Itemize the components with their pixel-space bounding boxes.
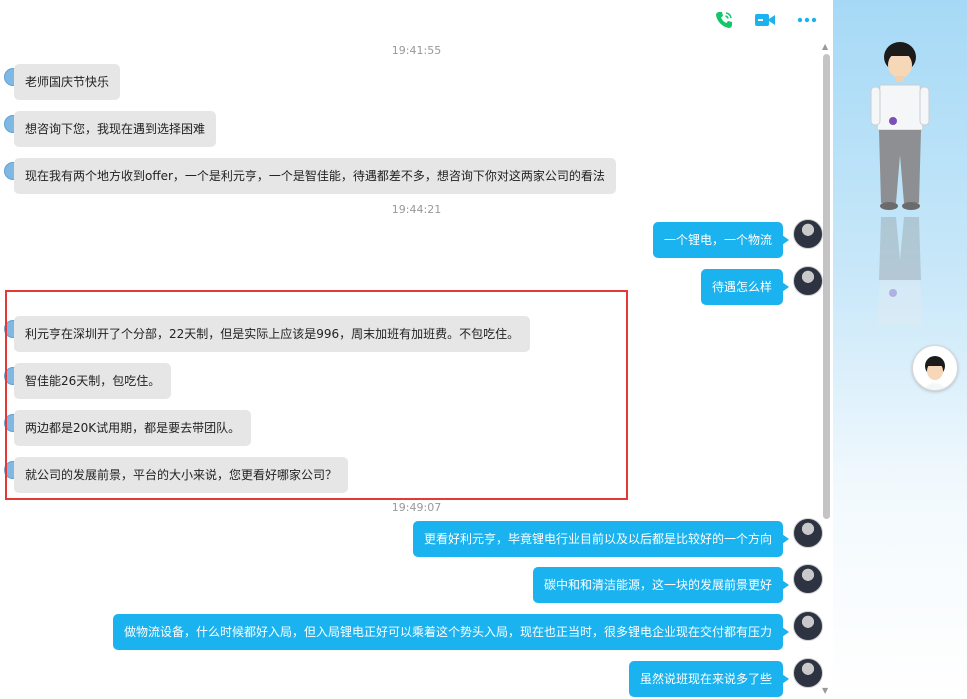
timestamp: 19:41:55 (391, 44, 442, 57)
timestamp: 19:49:07 (391, 501, 442, 514)
scroll-up-icon[interactable]: ▲ (822, 42, 828, 51)
timestamp: 19:44:21 (391, 203, 442, 216)
message-bubble[interactable]: 现在我有两个地方收到offer，一个是利元亨，一个是智佳能，待遇都差不多，想咨询… (14, 158, 616, 194)
message-bubble[interactable]: 更看好利元亨，毕竟锂电行业目前以及以后都是比较好的一个方向 (412, 521, 790, 557)
scroll-thumb[interactable] (823, 54, 830, 519)
chat-scrollbar[interactable]: ▲ ▼ (819, 40, 833, 699)
mini-avatar-button[interactable] (912, 345, 958, 391)
video-camera-icon (755, 14, 775, 26)
highlight-annotation-box (5, 290, 628, 500)
message-bubble[interactable]: 老师国庆节快乐 (14, 64, 121, 100)
message-bubble[interactable]: 一个锂电，一个物流 (652, 222, 790, 258)
voice-call-button[interactable] (712, 8, 736, 32)
message-bubble[interactable]: 虽然说班现在来说多了些 (628, 661, 790, 697)
chat-toolbar (0, 0, 833, 40)
outgoing-message: 碳中和和清洁能源，这一块的发展前景更好 (0, 564, 833, 603)
phone-icon (716, 12, 732, 28)
contact-show-panel (833, 0, 967, 699)
outgoing-message: 做物流设备，什么时候都好入局，但入局锂电正好可以乘着这个势头入局，现在也正当时，… (0, 611, 833, 650)
message-bubble[interactable]: 碳中和和清洁能源，这一块的发展前景更好 (532, 567, 790, 603)
scroll-down-icon[interactable]: ▼ (822, 686, 828, 695)
message-bubble[interactable]: 做物流设备，什么时候都好入局，但入局锂电正好可以乘着这个势头入局，现在也正当时，… (112, 614, 790, 650)
outgoing-message: 更看好利元亨，毕竟锂电行业目前以及以后都是比较好的一个方向 (0, 518, 833, 557)
message-bubble[interactable]: 想咨询下您，我现在遇到选择困难 (14, 111, 217, 147)
mini-avatar-face-icon (925, 356, 945, 390)
more-dots-icon (797, 17, 817, 23)
message-bubble[interactable]: 待遇怎么样 (700, 269, 790, 305)
outgoing-message: 一个锂电，一个物流 (0, 219, 833, 258)
avatar-figure-image (870, 42, 930, 325)
video-call-button[interactable] (753, 8, 777, 32)
outgoing-message: 虽然说班现在来说多了些 (0, 658, 833, 697)
more-options-button[interactable] (795, 8, 819, 32)
chat-panel: 19:41:55 老师国庆节快乐 想咨询下您，我现在遇到选择困难 现在我有两个地… (0, 0, 833, 699)
